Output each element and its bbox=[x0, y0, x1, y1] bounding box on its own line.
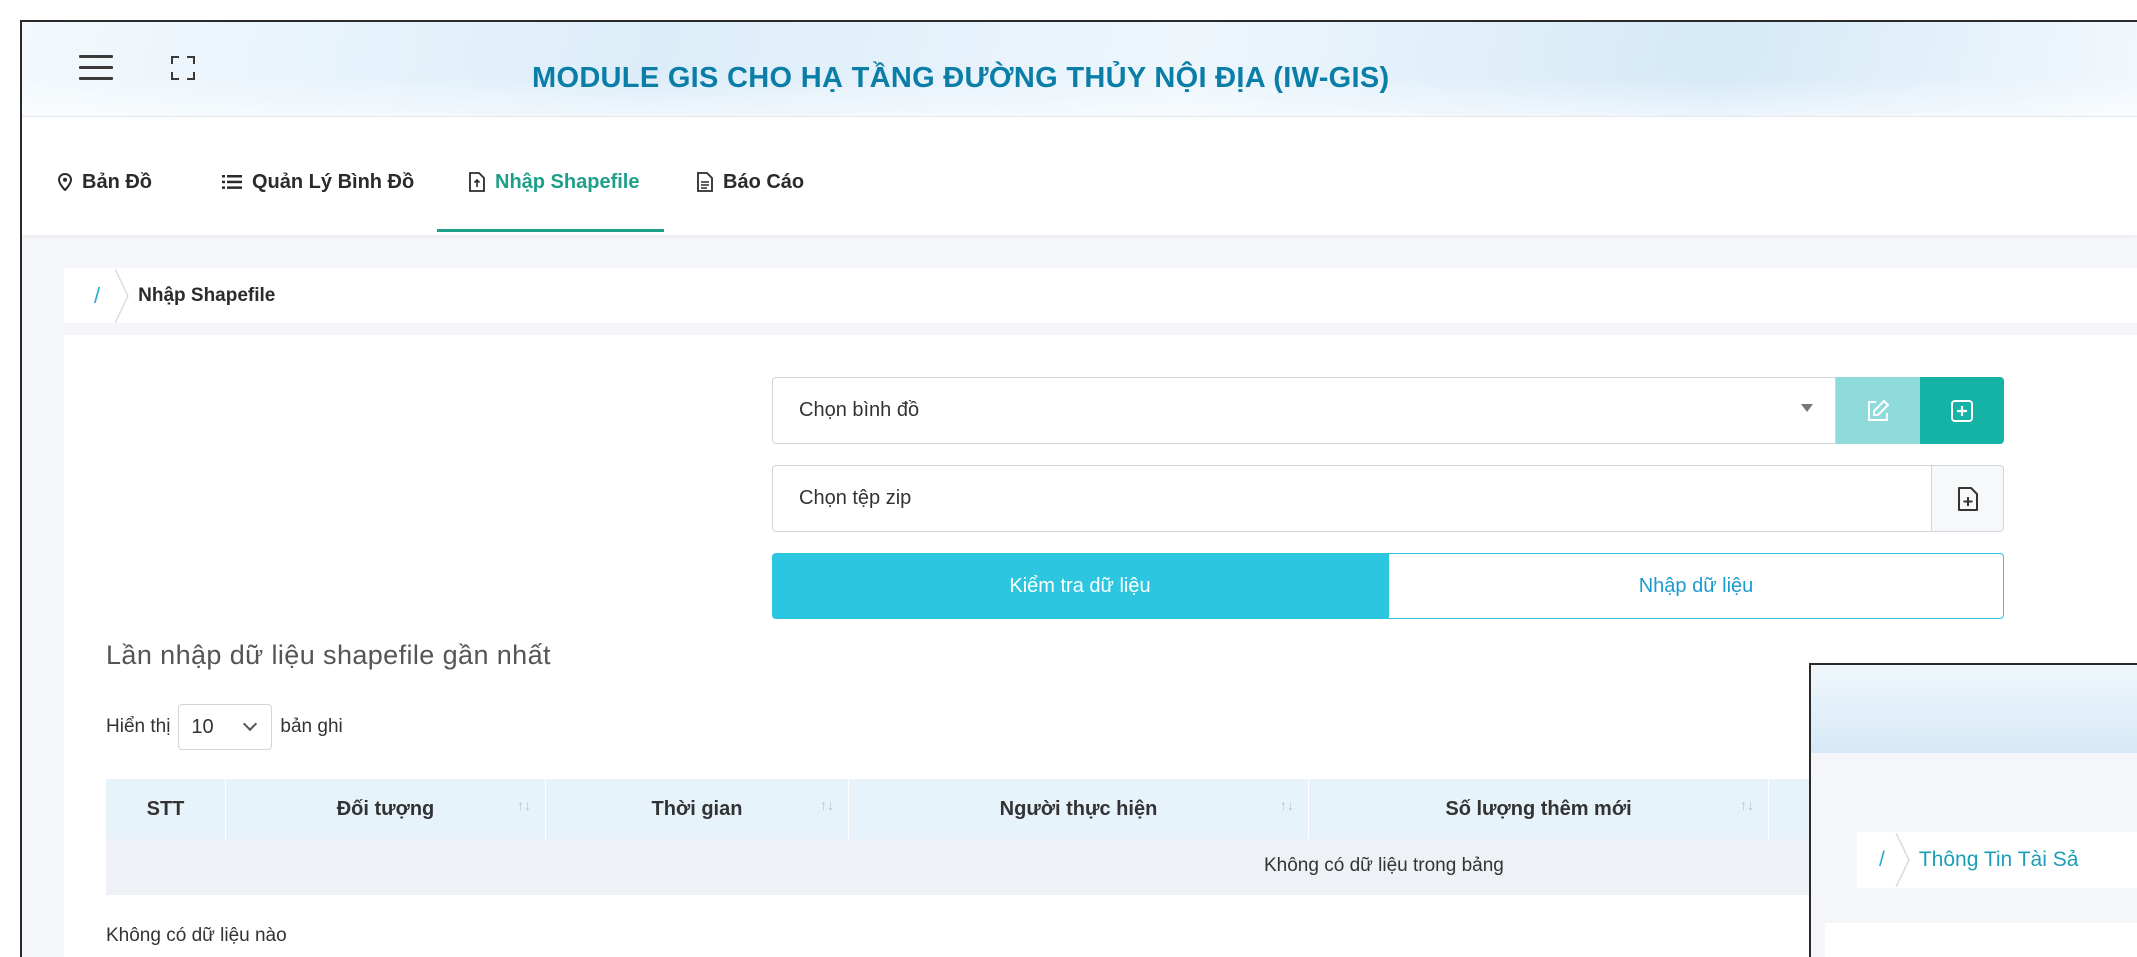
nav-item-map[interactable]: Bản Đồ bbox=[58, 167, 152, 197]
import-data-button[interactable]: Nhập dữ liệu bbox=[1388, 553, 2004, 619]
show-prefix: Hiển thị bbox=[106, 716, 171, 737]
app-title: MODULE GIS CHO HẠ TẦNG ĐƯỜNG THỦY NỘI ĐỊ… bbox=[532, 62, 1390, 94]
breadcrumb-chevron-icon bbox=[1895, 833, 1910, 887]
overlay-body bbox=[1825, 923, 2137, 957]
file-add-icon bbox=[1957, 486, 1978, 511]
check-data-button[interactable]: Kiểm tra dữ liệu bbox=[772, 553, 1388, 619]
breadcrumb-chevron-icon bbox=[114, 268, 129, 323]
history-section-title: Lần nhập dữ liệu shapefile gần nhất bbox=[106, 640, 551, 670]
report-icon bbox=[697, 172, 713, 192]
sort-icon: ↑↓ bbox=[517, 797, 531, 813]
sort-icon: ↑↓ bbox=[820, 797, 834, 813]
map-select-placeholder: Chọn bình đồ bbox=[799, 399, 920, 421]
column-header-object[interactable]: Đối tượng ↑↓ bbox=[226, 779, 546, 839]
table-info: Không có dữ liệu nào bbox=[106, 925, 287, 946]
breadcrumb-current: Nhập Shapefile bbox=[138, 284, 276, 306]
map-pin-icon bbox=[58, 173, 72, 191]
zip-file-input[interactable]: Chọn tệp zip bbox=[772, 465, 1932, 532]
active-tab-indicator bbox=[437, 229, 664, 232]
nav-label-import-shapefile: Nhập Shapefile bbox=[495, 170, 640, 193]
nav-label-map-management: Quản Lý Bình Đồ bbox=[252, 170, 415, 193]
nav-item-map-management[interactable]: Quản Lý Bình Đồ bbox=[222, 167, 414, 197]
page-size-value: 10 bbox=[191, 715, 214, 738]
add-map-button[interactable] bbox=[1920, 377, 2004, 444]
app-header: MODULE GIS CHO HẠ TẦNG ĐƯỜNG THỦY NỘI ĐỊ… bbox=[22, 22, 2137, 117]
nav-item-report[interactable]: Báo Cáo bbox=[697, 167, 804, 197]
edit-map-button[interactable] bbox=[1836, 377, 1920, 444]
overlay-breadcrumb: / Thông Tin Tài Sả bbox=[1857, 832, 2137, 888]
edit-icon bbox=[1868, 399, 1890, 421]
choose-file-button[interactable] bbox=[1932, 465, 2004, 532]
overlay-breadcrumb-separator[interactable]: / bbox=[1879, 848, 1885, 872]
overlay-header bbox=[1811, 665, 2137, 753]
map-select[interactable]: Chọn bình đồ bbox=[772, 377, 1836, 444]
caret-down-icon bbox=[1801, 404, 1813, 412]
file-upload-icon bbox=[469, 172, 485, 192]
app-window: MODULE GIS CHO HẠ TẦNG ĐƯỜNG THỦY NỘI ĐỊ… bbox=[20, 20, 2137, 957]
column-header-performer[interactable]: Người thực hiện ↑↓ bbox=[849, 779, 1309, 839]
zip-file-placeholder: Chọn tệp zip bbox=[799, 487, 912, 509]
breadcrumb: / Nhập Shapefile bbox=[64, 268, 2137, 323]
overlay-breadcrumb-current: Thông Tin Tài Sả bbox=[1918, 848, 2079, 871]
nav-item-import-shapefile[interactable]: Nhập Shapefile bbox=[469, 167, 639, 197]
list-icon bbox=[222, 175, 242, 189]
plus-square-icon bbox=[1951, 399, 1973, 422]
show-suffix: bản ghi bbox=[280, 716, 343, 737]
sort-icon: ↑↓ bbox=[1740, 797, 1754, 813]
sort-icon: ↑↓ bbox=[1280, 797, 1294, 813]
nav-label-report: Báo Cáo bbox=[723, 170, 805, 193]
page-size-select[interactable]: 10 bbox=[178, 704, 273, 750]
breadcrumb-home-separator[interactable]: / bbox=[94, 283, 100, 309]
page-size-row: Hiển thị 10 bản ghi bbox=[106, 704, 343, 750]
overlapping-window[interactable]: / Thông Tin Tài Sả bbox=[1809, 663, 2137, 957]
nav-label-map: Bản Đồ bbox=[82, 170, 152, 193]
top-nav: Bản Đồ Quản Lý Bình Đồ Nhập Shapefile Bá… bbox=[22, 117, 2137, 235]
column-header-stt[interactable]: STT bbox=[106, 779, 226, 839]
empty-table-message: Không có dữ liệu trong bảng bbox=[1264, 855, 1504, 876]
column-header-new-count[interactable]: Số lượng thêm mới ↑↓ bbox=[1309, 779, 1769, 839]
column-header-time[interactable]: Thời gian ↑↓ bbox=[546, 779, 849, 839]
chevron-down-icon bbox=[243, 716, 258, 732]
